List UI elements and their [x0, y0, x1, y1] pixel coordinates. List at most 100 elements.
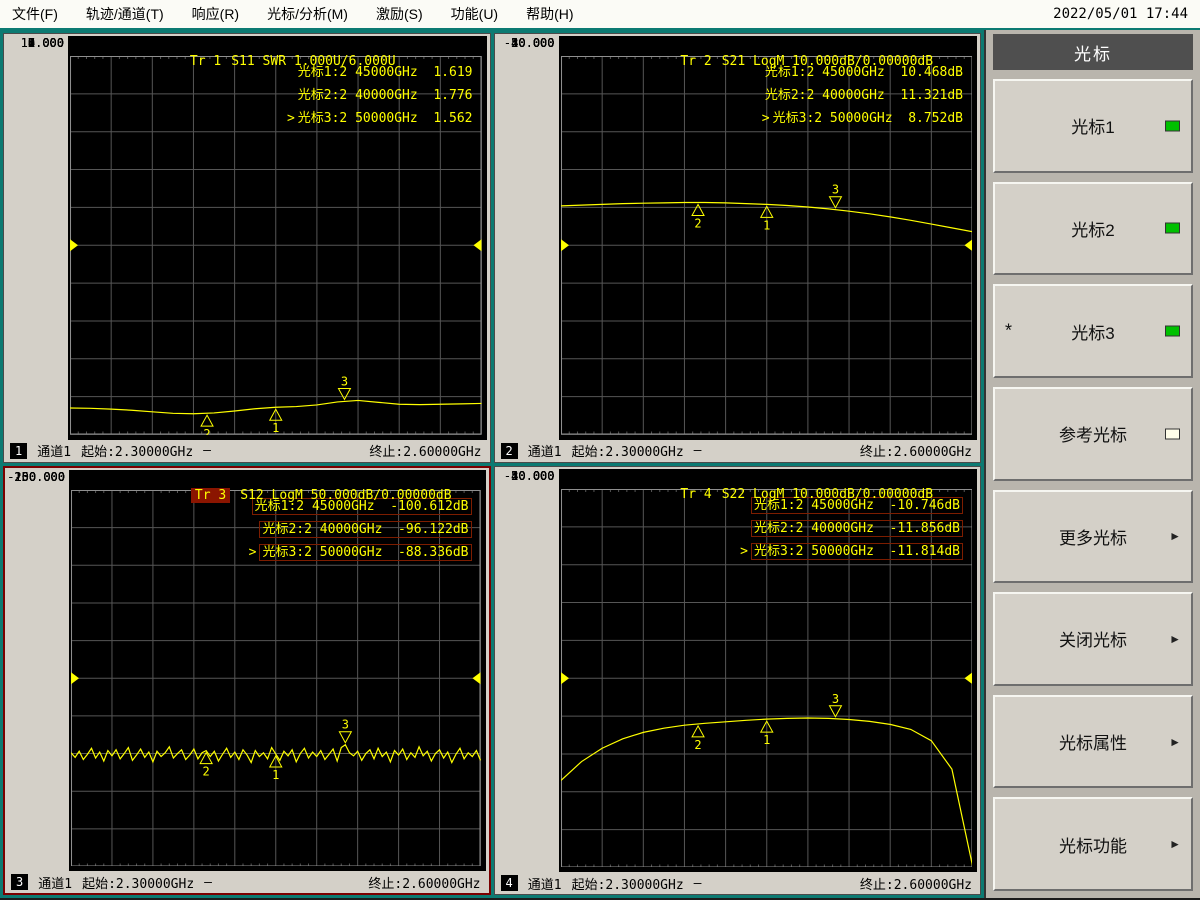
- plot-window-1[interactable]: 11.000 10.000 9.000 8.000 7.000 6.000 5.000 4.0…: [3, 33, 491, 463]
- marker2-readout: 光标2:2 40000GHz -96.122dB: [259, 520, 472, 538]
- marker-number: 3: [342, 717, 349, 731]
- menu-help[interactable]: 帮助(H): [526, 4, 573, 24]
- stop-frequency: 终止:2.60000GHz: [859, 877, 972, 893]
- start-frequency: 起始:2.30000GHz: [81, 445, 194, 460]
- start-frequency: 起始:2.30000GHz: [571, 877, 684, 893]
- softkey-label: 光标2: [1071, 220, 1115, 240]
- datetime-display: 2022/05/01 17:44: [1053, 6, 1188, 22]
- softkey-label: 光标属性: [1059, 734, 1127, 754]
- active-marker-indicator: >: [286, 111, 295, 126]
- y-tick-label: -50.000: [503, 468, 555, 483]
- marker-number: 2: [694, 737, 701, 751]
- softkey-marker-properties[interactable]: 光标属性 ►: [993, 694, 1193, 789]
- reference-level-arrow: [560, 239, 569, 252]
- softkey-label: 更多光标: [1059, 528, 1127, 548]
- softkey-marker-functions[interactable]: 光标功能 ►: [993, 797, 1193, 891]
- marker-number: 3: [831, 183, 838, 197]
- window-number-badge: 2: [500, 442, 518, 459]
- trace-format: S12 LogM 50.000dB/0.00000dB: [240, 487, 452, 503]
- marker3-readout: 光标3:2 50000GHz 8.752dB: [772, 111, 963, 126]
- led-indicator-off: [1165, 428, 1180, 440]
- marker3-readout: 光标3:2 50000GHz -88.336dB: [259, 543, 472, 561]
- menu-function[interactable]: 功能(U): [451, 4, 498, 24]
- marker-symbol: [199, 751, 213, 764]
- trace-title: Tr 1 S11 SWR 1.000U/6.000U: [96, 39, 396, 84]
- marker-symbol: [828, 704, 842, 718]
- trace-format: S21 LogM 10.000dB/0.00000dB: [721, 54, 934, 69]
- menu-file[interactable]: 文件(F): [12, 4, 58, 24]
- softkey-reference-marker[interactable]: 参考光标: [993, 386, 1193, 481]
- softkey-marker3[interactable]: * 光标3: [993, 284, 1193, 378]
- channel-status-bar: 1 通道1 起始:2.30000GHz — 终止:2.60000GHz: [4, 440, 490, 462]
- trace-title: Tr 3 S12 LogM 50.000dB/0.00000dB: [97, 473, 452, 518]
- sweep-dash: —: [204, 874, 212, 890]
- reference-level-arrow: [963, 239, 972, 252]
- active-marker-indicator: >: [248, 544, 257, 560]
- softkey-more-markers[interactable]: 更多光标 ►: [993, 489, 1193, 584]
- marker3-readout: 光标3:2 50000GHz 1.562: [297, 111, 473, 126]
- plot-window-4[interactable]: 50.000 40.000 30.000 20.000 10.000 0.000 -10.0…: [493, 465, 981, 895]
- trace-tag[interactable]: Tr 2: [680, 54, 711, 69]
- marker-symbol: [690, 203, 705, 216]
- channel-label: 通道1: [527, 445, 562, 460]
- plot-body: 50.000 40.000 30.000 20.000 10.000 0.000 -10.0…: [495, 467, 981, 873]
- plot-window-3[interactable]: 250.000 200.000 150.000 100.000 50.000 0.000-…: [3, 465, 491, 895]
- trace-title: Tr 2 S21 LogM 10.000dB/0.00000dB: [587, 39, 934, 84]
- channel-label: 通道1: [37, 445, 72, 460]
- graph-area: Tr 2 S21 LogM 10.000dB/0.00000dB 213 光标1:…: [558, 36, 977, 440]
- menu-bar: 文件(F) 轨迹/通道(T) 响应(R) 光标/分析(M) 激励(S) 功能(U…: [0, 0, 1200, 30]
- plot-body: 250.000 200.000 150.000 100.000 50.000 0.000-…: [5, 468, 489, 872]
- softkey-marker2[interactable]: 光标2: [993, 181, 1193, 276]
- menu-stimulus[interactable]: 激励(S): [376, 4, 423, 24]
- trace-format: S22 LogM 10.000dB/0.00000dB: [721, 486, 934, 502]
- menu-marker-analysis[interactable]: 光标/分析(M): [267, 4, 348, 24]
- menu-response[interactable]: 响应(R): [192, 4, 239, 24]
- marker-number: 1: [272, 767, 279, 781]
- submenu-arrow-icon: ►: [1169, 529, 1181, 544]
- y-axis-labels: 250.000 200.000 150.000 100.000 50.000 0.000-…: [5, 470, 69, 872]
- softkey-label: 参考光标: [1059, 426, 1127, 446]
- marker-symbol: [690, 724, 705, 737]
- marker-number: 2: [694, 216, 701, 230]
- trace-title: Tr 4 S22 LogM 10.000dB/0.00000dB: [587, 472, 934, 517]
- graph-area: Tr 3 S12 LogM 50.000dB/0.00000dB 213 光标1:…: [69, 469, 486, 871]
- plot-body: 11.000 10.000 9.000 8.000 7.000 6.000 5.000 4.0…: [4, 34, 490, 440]
- stop-frequency: 终止:2.60000GHz: [369, 445, 482, 460]
- window-number-badge: 4: [500, 875, 518, 891]
- softkey-label: 光标1: [1071, 118, 1115, 138]
- softkey-panel: 光标 光标1 光标2 * 光标3 参考光标 更多光标 ► 关闭光标 ► 光标属性: [984, 30, 1200, 898]
- marker-number: 3: [831, 691, 838, 705]
- plot-grid: 11.000 10.000 9.000 8.000 7.000 6.000 5.000 4.0…: [0, 30, 984, 898]
- softkey-close-markers[interactable]: 关闭光标 ►: [993, 592, 1193, 686]
- y-axis-labels: 50.000 40.000 30.000 20.000 10.000 0.000 -10.0…: [495, 36, 559, 440]
- channel-status-bar: 4 通道1 起始:2.30000GHz — 终止:2.60000GHz: [495, 872, 981, 894]
- led-indicator-on: [1165, 325, 1180, 337]
- y-axis-labels: 50.000 40.000 30.000 20.000 10.000 0.000 -10.0…: [495, 469, 559, 873]
- channel-status-bar: 3 通道1 起始:2.30000GHz — 终止:2.60000GHz: [5, 871, 489, 893]
- channel-label: 通道1: [527, 877, 562, 893]
- window-number-badge: 3: [11, 874, 29, 890]
- marker-number: 1: [763, 218, 770, 232]
- marker-number: 1: [272, 421, 279, 434]
- active-marker-indicator: >: [761, 111, 770, 126]
- trace-tag[interactable]: Tr 3: [190, 487, 231, 503]
- softkey-marker1[interactable]: 光标1: [993, 79, 1193, 173]
- marker-symbol: [200, 414, 214, 427]
- marker-number: 2: [203, 427, 210, 434]
- main-content: 11.000 10.000 9.000 8.000 7.000 6.000 5.000 4.0…: [0, 30, 1200, 898]
- trace-tag[interactable]: Tr 4: [680, 487, 711, 502]
- softkey-panel-title: 光标: [993, 34, 1193, 70]
- reference-level-arrow: [560, 671, 569, 684]
- softkey-label: 光标功能: [1059, 836, 1127, 856]
- menu-trace-channel[interactable]: 轨迹/通道(T): [86, 4, 164, 24]
- sweep-dash: —: [693, 875, 702, 891]
- trace-tag[interactable]: Tr 1: [190, 54, 221, 69]
- reference-level-arrow: [71, 671, 80, 684]
- marker2-readout: 光标2:2 40000GHz 11.321dB: [764, 88, 963, 103]
- start-frequency: 起始:2.30000GHz: [571, 445, 684, 460]
- marker2-readout: 光标2:2 40000GHz -11.856dB: [750, 519, 963, 537]
- plot-window-2[interactable]: 50.000 40.000 30.000 20.000 10.000 0.000 -10.0…: [493, 33, 981, 463]
- y-tick-label: 1.000: [27, 36, 64, 50]
- sweep-dash: —: [693, 443, 702, 458]
- channel-status-bar: 2 通道1 起始:2.30000GHz — 终止:2.60000GHz: [495, 440, 981, 462]
